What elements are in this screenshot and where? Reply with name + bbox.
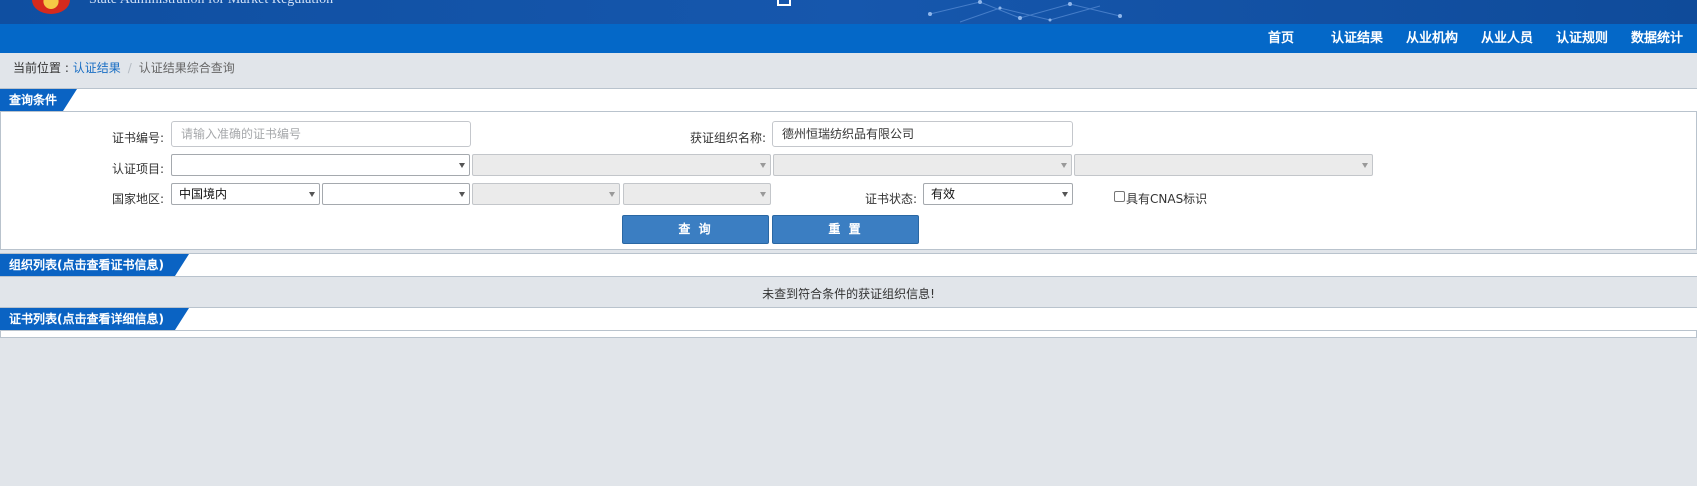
org-name-label: 获证组织名称: bbox=[690, 131, 767, 145]
chevron-down-icon bbox=[1061, 163, 1067, 168]
nav-item-rules[interactable]: 认证规则 bbox=[1556, 24, 1608, 53]
project-select-2[interactable] bbox=[472, 154, 771, 176]
nav-item-personnel[interactable]: 从业人员 bbox=[1481, 24, 1533, 53]
national-emblem-icon bbox=[32, 0, 70, 14]
breadcrumb-prefix: 当前位置 : bbox=[13, 61, 73, 75]
region-select-3[interactable] bbox=[472, 183, 620, 205]
org-list-section-title: 组织列表(点击查看证书信息) bbox=[0, 254, 189, 276]
region-label: 国家地区: bbox=[112, 192, 165, 206]
breadcrumb: 当前位置 : 认证结果 / 认证结果综合查询 bbox=[13, 59, 235, 76]
cert-list-section-title: 证书列表(点击查看详细信息) bbox=[0, 308, 189, 330]
region-select-2[interactable] bbox=[322, 183, 470, 205]
cert-no-input[interactable]: 请输入准确的证书编号 bbox=[171, 121, 471, 147]
status-select-value: 有效 bbox=[931, 187, 956, 201]
banner-ornament-icon bbox=[777, 0, 791, 6]
nav-item-home[interactable]: 首页 bbox=[1268, 24, 1294, 53]
breadcrumb-link-cert-results[interactable]: 认证结果 bbox=[73, 61, 121, 75]
org-list-section-header: 组织列表(点击查看证书信息) bbox=[0, 253, 1697, 277]
cnas-checkbox[interactable] bbox=[1114, 191, 1125, 202]
search-button[interactable]: 查 询 bbox=[622, 215, 769, 244]
status-label: 证书状态: bbox=[865, 192, 918, 206]
chevron-down-icon bbox=[459, 163, 465, 168]
cert-no-label: 证书编号: bbox=[112, 131, 165, 145]
site-banner: State Administration for Market Regulati… bbox=[0, 0, 1697, 24]
project-select-1[interactable] bbox=[171, 154, 470, 176]
chevron-down-icon bbox=[760, 192, 766, 197]
cert-list-panel bbox=[0, 331, 1697, 338]
project-select-3[interactable] bbox=[773, 154, 1072, 176]
nav-item-statistics[interactable]: 数据统计 bbox=[1631, 24, 1683, 53]
org-list-empty-message: 未查到符合条件的获证组织信息! bbox=[762, 287, 935, 301]
network-decoration-icon bbox=[928, 0, 1122, 23]
query-section-title: 查询条件 bbox=[0, 89, 77, 111]
project-select-4[interactable] bbox=[1074, 154, 1373, 176]
status-select[interactable]: 有效 bbox=[923, 183, 1073, 205]
chevron-down-icon bbox=[1362, 163, 1368, 168]
region-select-1[interactable]: 中国境内 bbox=[171, 183, 320, 205]
query-section-header: 查询条件 bbox=[0, 88, 1697, 112]
chevron-down-icon bbox=[609, 192, 615, 197]
chevron-down-icon bbox=[760, 163, 766, 168]
chevron-down-icon bbox=[1062, 192, 1068, 197]
breadcrumb-separator: / bbox=[127, 61, 132, 75]
region-select-value: 中国境内 bbox=[179, 187, 228, 201]
site-title-en: State Administration for Market Regulati… bbox=[89, 0, 333, 8]
nav-item-agencies[interactable]: 从业机构 bbox=[1406, 24, 1458, 53]
cnas-label[interactable]: 具有CNAS标识 bbox=[1126, 190, 1207, 207]
reset-button[interactable]: 重 置 bbox=[772, 215, 919, 244]
cert-list-section-header: 证书列表(点击查看详细信息) bbox=[0, 307, 1697, 331]
main-nav: 首页 认证结果 从业机构 从业人员 认证规则 数据统计 bbox=[0, 24, 1697, 53]
region-select-4[interactable] bbox=[623, 183, 771, 205]
chevron-down-icon bbox=[459, 192, 465, 197]
nav-item-cert-results[interactable]: 认证结果 bbox=[1331, 24, 1383, 53]
breadcrumb-current: 认证结果综合查询 bbox=[138, 61, 235, 75]
org-name-input[interactable]: 德州恒瑞纺织品有限公司 bbox=[772, 121, 1073, 147]
chevron-down-icon bbox=[309, 192, 315, 197]
project-label: 认证项目: bbox=[112, 162, 165, 176]
